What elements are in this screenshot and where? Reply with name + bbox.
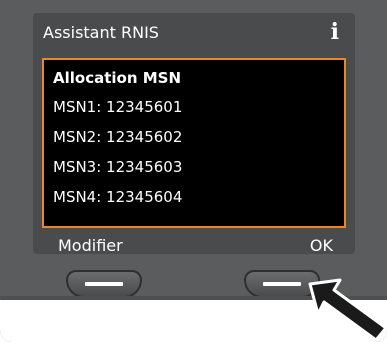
left-softkey-button[interactable] [66,270,142,298]
left-softkey-bar-icon [85,282,123,286]
panel-heading: Allocation MSN [53,69,182,87]
pointer-arrow-icon [308,278,387,342]
softkey-label-ok: OK [309,236,333,255]
msn-row-4[interactable]: MSN4: 12345604 [53,188,182,206]
title-bar: Assistant RNIS i [33,13,355,51]
msn-row-2[interactable]: MSN2: 12345602 [53,128,182,146]
screen-title: Assistant RNIS [43,22,159,42]
msn-row-3[interactable]: MSN3: 12345603 [53,158,182,176]
msn-allocation-panel: Allocation MSN MSN1: 12345601 MSN2: 1234… [42,58,346,228]
display-screen: Assistant RNIS i Allocation MSN MSN1: 12… [33,13,355,255]
msn-row-1[interactable]: MSN1: 12345601 [53,98,182,116]
info-icon: i [330,19,339,45]
phone-device: Assistant RNIS i Allocation MSN MSN1: 12… [0,0,387,342]
softkey-bar: Modifier OK [33,233,355,259]
right-softkey-bar-icon [263,282,301,286]
softkey-label-modifier: Modifier [58,236,123,255]
